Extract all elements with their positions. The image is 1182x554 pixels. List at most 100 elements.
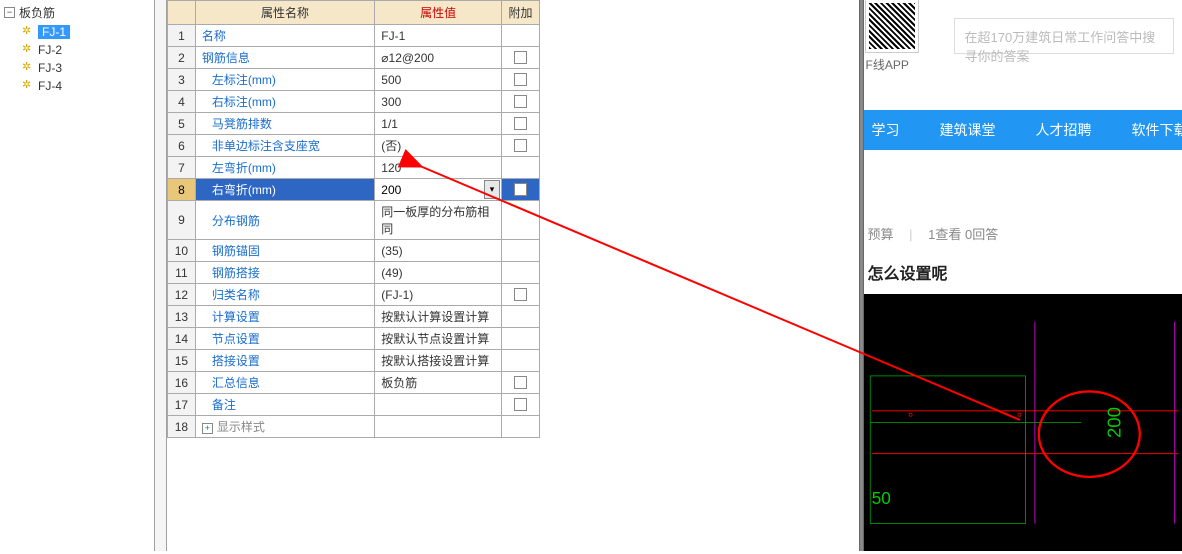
- tree-item-FJ-4[interactable]: ✲FJ-4: [18, 77, 154, 95]
- prop-name: 汇总信息: [195, 372, 374, 394]
- checkbox[interactable]: [514, 288, 527, 301]
- nav-item[interactable]: 学习: [872, 120, 900, 140]
- prop-value[interactable]: (49): [375, 262, 502, 284]
- extra-cell: [501, 328, 539, 350]
- table-row[interactable]: 7左弯折(mm)120: [168, 157, 540, 179]
- prop-value[interactable]: FJ-1: [375, 25, 502, 47]
- prop-value[interactable]: [375, 394, 502, 416]
- extra-cell: [501, 91, 539, 113]
- row-number: 16: [168, 372, 196, 394]
- gear-icon: ✲: [22, 80, 34, 92]
- breadcrumb-a[interactable]: 预算: [868, 227, 894, 242]
- checkbox[interactable]: [514, 117, 527, 130]
- prop-name: 钢筋锚固: [195, 240, 374, 262]
- table-row[interactable]: 14节点设置按默认节点设置计算: [168, 328, 540, 350]
- checkbox[interactable]: [514, 73, 527, 86]
- row-number: 2: [168, 47, 196, 69]
- breadcrumb-b: 1查看 0回答: [928, 227, 998, 242]
- extra-cell: [501, 113, 539, 135]
- nav-item[interactable]: 人才招聘: [1036, 120, 1092, 140]
- breadcrumb: 预算 | 1查看 0回答: [868, 224, 999, 243]
- prop-name: 分布钢筋: [195, 201, 374, 240]
- checkbox[interactable]: [514, 95, 527, 108]
- table-row[interactable]: 6非单边标注含支座宽(否): [168, 135, 540, 157]
- search-input[interactable]: 在超170万建筑日常工作问答中搜寻你的答案: [954, 18, 1175, 54]
- collapse-icon[interactable]: −: [4, 7, 15, 18]
- prop-value[interactable]: 300: [375, 91, 502, 113]
- prop-value[interactable]: 同一板厚的分布筋相同: [375, 201, 502, 240]
- qr-caption: F线APP: [866, 56, 909, 73]
- prop-value[interactable]: 120: [375, 157, 502, 179]
- tree-root[interactable]: − 板负筋: [0, 2, 154, 23]
- row-number: 18: [168, 416, 196, 438]
- row-number: 1: [168, 25, 196, 47]
- prop-value[interactable]: [375, 416, 502, 438]
- prop-value[interactable]: 按默认计算设置计算: [375, 306, 502, 328]
- extra-cell: [501, 262, 539, 284]
- prop-value[interactable]: 板负筋: [375, 372, 502, 394]
- table-row[interactable]: 12归类名称(FJ-1): [168, 284, 540, 306]
- table-row[interactable]: 13计算设置按默认计算设置计算: [168, 306, 540, 328]
- row-number: 5: [168, 113, 196, 135]
- table-row[interactable]: 15搭接设置按默认搭接设置计算: [168, 350, 540, 372]
- prop-name: 归类名称: [195, 284, 374, 306]
- row-number: 7: [168, 157, 196, 179]
- gear-icon: ✲: [22, 44, 34, 56]
- prop-value[interactable]: (否): [375, 135, 502, 157]
- tree-item-FJ-3[interactable]: ✲FJ-3: [18, 59, 154, 77]
- prop-value[interactable]: 按默认搭接设置计算: [375, 350, 502, 372]
- prop-value[interactable]: 按默认节点设置计算: [375, 328, 502, 350]
- prop-name: +显示样式: [195, 416, 374, 438]
- table-row[interactable]: 8右弯折(mm)200▾: [168, 179, 540, 201]
- row-number: 10: [168, 240, 196, 262]
- prop-name: 马凳筋排数: [195, 113, 374, 135]
- prop-value[interactable]: (35): [375, 240, 502, 262]
- table-row[interactable]: 2钢筋信息⌀12@200: [168, 47, 540, 69]
- prop-name: 钢筋搭接: [195, 262, 374, 284]
- nav-bar: 学习建筑课堂人才招聘软件下载资料下载: [864, 110, 1182, 150]
- expand-icon[interactable]: +: [202, 423, 213, 434]
- prop-name: 名称: [195, 25, 374, 47]
- cad-dim-50: 50: [871, 489, 890, 508]
- question-title: 怎么设置呢: [868, 260, 948, 284]
- checkbox[interactable]: [514, 398, 527, 411]
- row-number: 8: [168, 179, 196, 201]
- tree-item-label: FJ-3: [38, 61, 62, 75]
- nav-item[interactable]: 建筑课堂: [940, 120, 996, 140]
- extra-cell: [501, 69, 539, 91]
- tree-item-FJ-1[interactable]: ✲FJ-1: [18, 23, 154, 41]
- tree-item-FJ-2[interactable]: ✲FJ-2: [18, 41, 154, 59]
- row-number: 4: [168, 91, 196, 113]
- prop-value[interactable]: 1/1: [375, 113, 502, 135]
- prop-name: 右弯折(mm): [195, 179, 374, 201]
- prop-value[interactable]: ⌀12@200: [375, 47, 502, 69]
- table-row[interactable]: 11钢筋搭接(49): [168, 262, 540, 284]
- nav-item[interactable]: 软件下载: [1132, 120, 1182, 140]
- table-row[interactable]: 17备注: [168, 394, 540, 416]
- cad-dim-200: 200: [1103, 407, 1124, 438]
- table-row[interactable]: 10钢筋锚固(35): [168, 240, 540, 262]
- row-number: 14: [168, 328, 196, 350]
- table-row[interactable]: 4右标注(mm)300: [168, 91, 540, 113]
- table-row[interactable]: 3左标注(mm)500: [168, 69, 540, 91]
- tree-root-label: 板负筋: [19, 4, 55, 21]
- prop-name: 计算设置: [195, 306, 374, 328]
- prop-name: 备注: [195, 394, 374, 416]
- table-row[interactable]: 1名称FJ-1: [168, 25, 540, 47]
- table-row[interactable]: 18+显示样式: [168, 416, 540, 438]
- checkbox[interactable]: [514, 376, 527, 389]
- extra-cell: [501, 179, 539, 201]
- dropdown-icon[interactable]: ▾: [484, 180, 500, 199]
- extra-cell: [501, 416, 539, 438]
- table-row[interactable]: 5马凳筋排数1/1: [168, 113, 540, 135]
- extra-cell: [501, 201, 539, 240]
- prop-value[interactable]: (FJ-1): [375, 284, 502, 306]
- prop-value[interactable]: 500: [375, 69, 502, 91]
- extra-cell: [501, 372, 539, 394]
- prop-value[interactable]: 200▾: [375, 179, 502, 201]
- table-row[interactable]: 9分布钢筋同一板厚的分布筋相同: [168, 201, 540, 240]
- checkbox[interactable]: [514, 139, 527, 152]
- table-row[interactable]: 16汇总信息板负筋: [168, 372, 540, 394]
- checkbox[interactable]: [514, 183, 527, 196]
- checkbox[interactable]: [514, 51, 527, 64]
